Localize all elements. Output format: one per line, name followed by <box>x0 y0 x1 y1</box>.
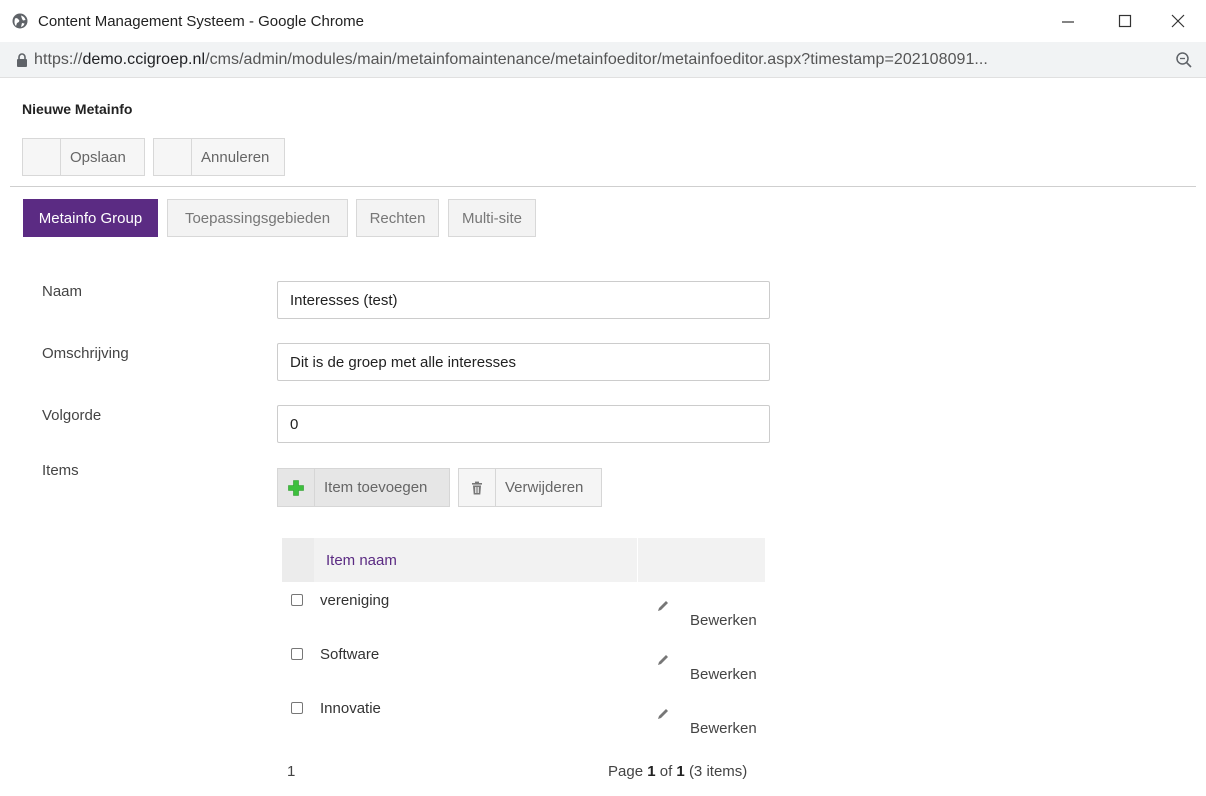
tab-metainfo-group[interactable]: Metainfo Group <box>23 199 158 237</box>
zoom-icon[interactable] <box>1175 51 1193 69</box>
cancel-button-label: Annuleren <box>201 148 270 166</box>
save-button[interactable]: Opslaan <box>22 138 145 176</box>
pager-item-count: (3 items) <box>688 763 748 780</box>
plus-icon <box>288 479 304 496</box>
add-item-label: Item toevoegen <box>324 479 428 496</box>
address-bar[interactable]: https://demo.ccigroep.nl/cms/admin/modul… <box>0 42 1206 78</box>
pager-page-word: Page <box>608 763 644 780</box>
order-label: Volgorde <box>42 407 102 424</box>
maximize-icon <box>1118 14 1132 28</box>
tab-toepassingsgebieden[interactable]: Toepassingsgebieden <box>167 199 348 237</box>
column-separator <box>637 538 638 582</box>
add-item-button[interactable]: Item toevoegen <box>277 468 450 507</box>
delete-items-label: Verwijderen <box>505 479 584 496</box>
pencil-icon[interactable] <box>656 653 670 667</box>
name-input[interactable] <box>277 281 770 319</box>
add-icon-slot <box>278 469 315 506</box>
tab-multi-site[interactable]: Multi-site <box>448 199 536 237</box>
minimize-button[interactable] <box>1053 8 1083 34</box>
save-icon <box>23 139 61 175</box>
item-name-column-header[interactable]: Item naam <box>326 552 397 569</box>
row-checkbox[interactable] <box>291 648 303 660</box>
delete-items-button[interactable]: Verwijderen <box>458 468 602 507</box>
row-checkbox[interactable] <box>291 594 303 606</box>
pager-current-page: 1 <box>647 763 656 780</box>
trash-icon <box>472 481 482 494</box>
row-checkbox[interactable] <box>291 702 303 714</box>
items-grid-header: Item naam <box>282 538 765 582</box>
pencil-icon[interactable] <box>656 599 670 613</box>
window-titlebar: Content Management Systeem - Google Chro… <box>0 0 1206 42</box>
row-item-name: Innovatie <box>320 700 381 717</box>
close-icon <box>1171 14 1185 28</box>
globe-icon <box>12 13 28 29</box>
row-item-name: Software <box>320 646 380 663</box>
window-title: Content Management Systeem - Google Chro… <box>38 13 364 30</box>
edit-link[interactable]: Bewerken <box>690 666 757 683</box>
lock-icon <box>17 53 27 67</box>
pager-of-word: of <box>659 763 673 780</box>
url-prefix: https:// <box>34 51 83 68</box>
url-text[interactable]: https://demo.ccigroep.nl/cms/admin/modul… <box>34 51 988 69</box>
edit-link[interactable]: Bewerken <box>690 720 757 737</box>
close-button[interactable] <box>1163 8 1193 34</box>
url-host: demo.ccigroep.nl <box>82 51 206 68</box>
cancel-button[interactable]: Annuleren <box>153 138 285 176</box>
name-label: Naam <box>42 283 83 300</box>
pager-page-number[interactable]: 1 <box>287 763 295 780</box>
minimize-icon <box>1062 21 1074 23</box>
delete-icon-slot <box>459 469 496 506</box>
row-item-name: vereniging <box>320 592 390 609</box>
tab-rechten[interactable]: Rechten <box>356 199 439 237</box>
select-column-header <box>282 538 314 582</box>
maximize-button[interactable] <box>1110 8 1140 34</box>
url-path: /cms/admin/modules/main/metainfomaintena… <box>205 51 988 68</box>
save-button-label: Opslaan <box>70 148 126 166</box>
pager-total-pages: 1 <box>676 763 685 780</box>
toolbar-divider <box>10 186 1196 187</box>
description-input[interactable] <box>277 343 770 381</box>
description-label: Omschrijving <box>42 345 129 362</box>
pencil-icon[interactable] <box>656 707 670 721</box>
pager-summary: Page 1 of 1 (3 items) <box>608 763 747 780</box>
edit-link[interactable]: Bewerken <box>690 612 757 629</box>
cancel-icon <box>154 139 192 175</box>
items-label: Items <box>42 462 79 479</box>
order-input[interactable] <box>277 405 770 443</box>
page-title: Nieuwe Metainfo <box>22 101 133 117</box>
